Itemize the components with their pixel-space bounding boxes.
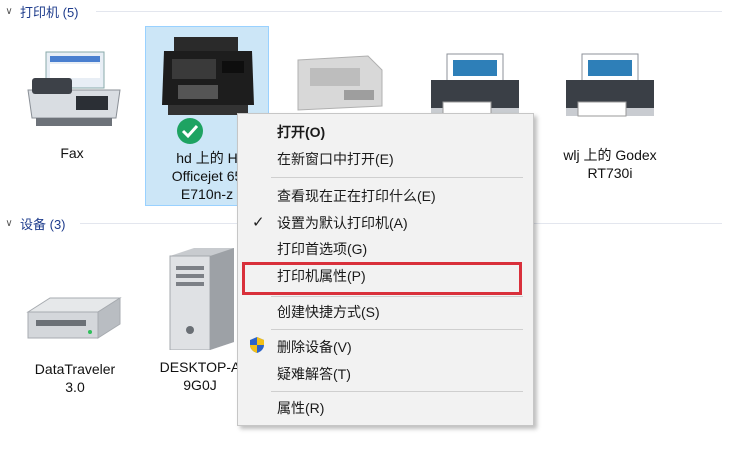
printer-item-fax[interactable]: Fax bbox=[12, 40, 132, 180]
group-header-printers[interactable]: ∨ 打印机 (5) bbox=[0, 1, 732, 21]
device-name-line1: DESKTOP-A bbox=[159, 359, 241, 375]
menu-separator bbox=[271, 329, 523, 330]
menu-item-properties[interactable]: 属性(R) bbox=[238, 396, 533, 420]
menu-separator bbox=[271, 296, 523, 297]
printer-item-grey[interactable] bbox=[282, 40, 402, 120]
menu-item-see-whats-printing[interactable]: 查看现在正在打印什么(E) bbox=[238, 184, 533, 208]
annotation-highlight-box bbox=[242, 262, 522, 295]
printer-name-line1: wlj 上的 Godex bbox=[563, 147, 657, 163]
fax-icon bbox=[27, 51, 121, 126]
menu-item-open-new-window[interactable]: 在新窗口中打开(E) bbox=[238, 147, 533, 171]
menu-item-label: 设置为默认打印机(A) bbox=[277, 215, 408, 231]
printer-name: Fax bbox=[60, 145, 84, 161]
printer-item-godex[interactable]: wlj 上的 Godex RT730i bbox=[540, 40, 680, 181]
group-label: 设备 (3) bbox=[20, 216, 66, 232]
device-item-datatraveler[interactable]: DataTraveler 3.0 bbox=[10, 280, 140, 400]
printer-item-4[interactable] bbox=[415, 40, 535, 120]
chevron-down-icon[interactable]: ∨ bbox=[2, 218, 16, 229]
menu-item-troubleshoot[interactable]: 疑难解答(T) bbox=[238, 362, 533, 386]
menu-item-set-default[interactable]: 设置为默认打印机(A) bbox=[238, 211, 533, 235]
device-name-line1: DataTraveler bbox=[34, 361, 116, 377]
printer-icon bbox=[566, 53, 654, 117]
menu-item-remove-device[interactable]: 删除设备(V) bbox=[238, 335, 533, 359]
menu-separator bbox=[271, 391, 523, 392]
menu-separator bbox=[271, 177, 523, 178]
device-item-desktop[interactable]: DESKTOP-A 9G0J bbox=[150, 240, 250, 400]
printer-name-line2: RT730i bbox=[587, 165, 633, 181]
printer-icon bbox=[162, 37, 254, 115]
menu-item-create-shortcut[interactable]: 创建快捷方式(S) bbox=[238, 300, 533, 324]
printer-icon bbox=[297, 55, 383, 111]
check-icon bbox=[177, 118, 203, 144]
chevron-down-icon[interactable]: ∨ bbox=[2, 6, 16, 17]
group-divider bbox=[96, 11, 722, 12]
usb-drive-icon bbox=[26, 297, 122, 339]
device-name-line2: 3.0 bbox=[65, 379, 85, 395]
menu-item-open[interactable]: 打开(O) bbox=[238, 120, 533, 144]
checkmark-icon: ✓ bbox=[252, 214, 265, 231]
desktop-tower-icon bbox=[169, 248, 234, 350]
menu-item-printing-preferences[interactable]: 打印首选项(G) bbox=[238, 237, 533, 261]
group-label: 打印机 (5) bbox=[20, 4, 79, 20]
device-name-line2: 9G0J bbox=[183, 377, 217, 393]
